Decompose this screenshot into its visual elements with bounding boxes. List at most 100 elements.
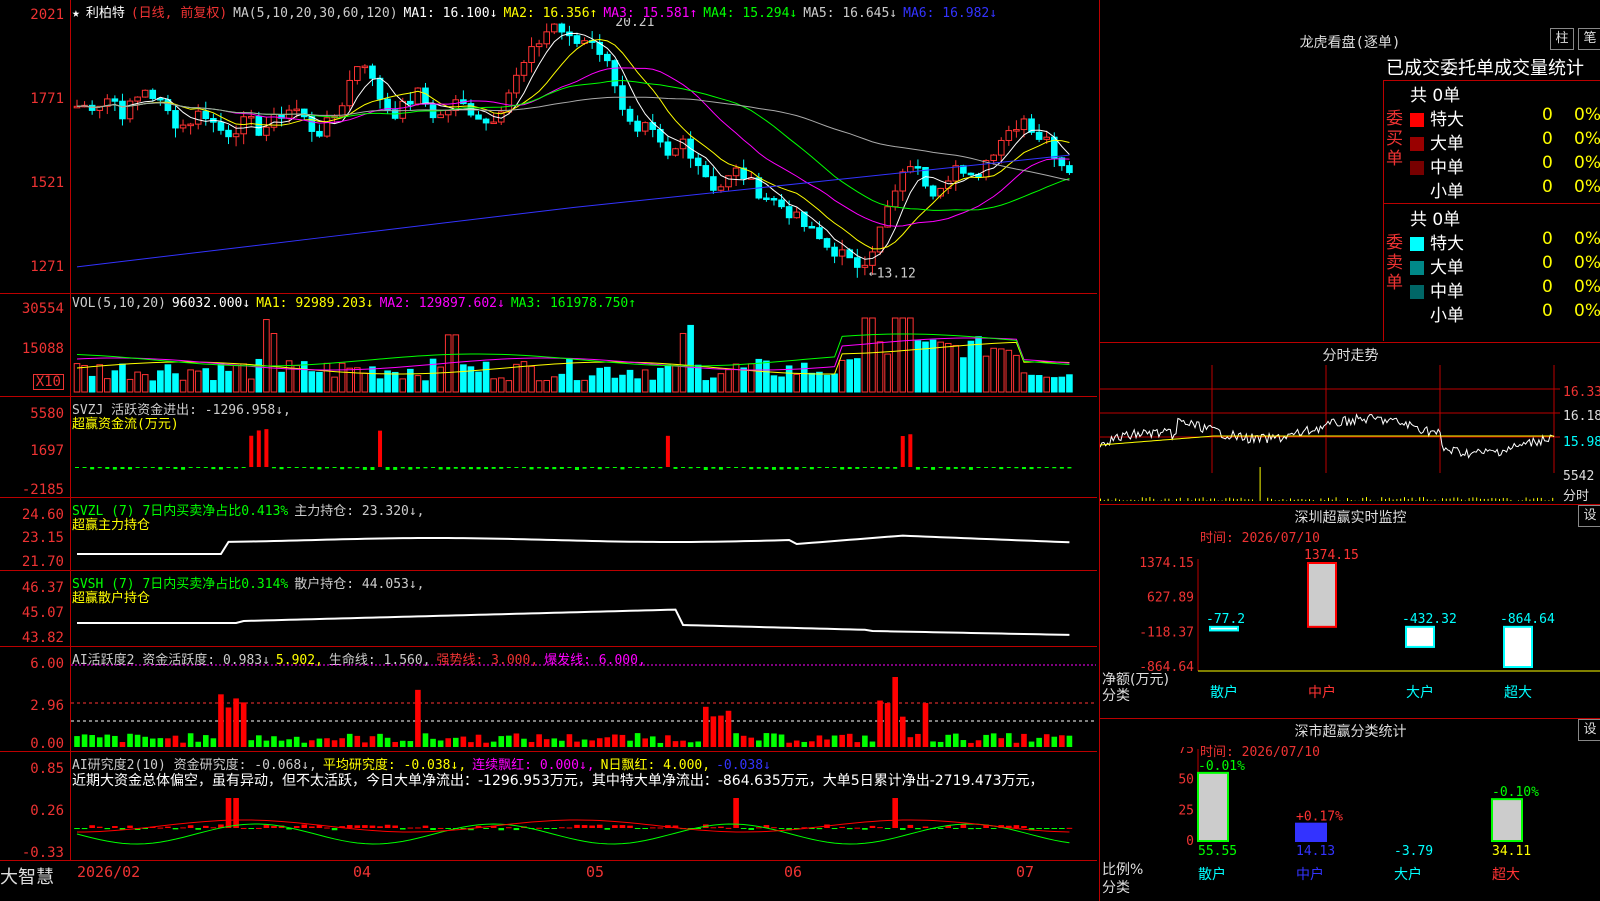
candle	[665, 142, 671, 155]
volume-bar	[1036, 376, 1042, 392]
ai-research-bar	[544, 828, 550, 829]
ai-research-bar	[89, 825, 95, 828]
ai-research-bar	[309, 826, 315, 828]
intra-vol-bar	[1484, 499, 1485, 501]
ai-activity-bar	[105, 735, 111, 747]
ai-activity-bar	[506, 736, 512, 747]
ai-activity-bar	[832, 736, 838, 747]
candle	[839, 250, 845, 256]
volume-bar	[317, 372, 323, 392]
intra-vol-bar	[1286, 500, 1287, 501]
intra-vol-bar	[1298, 499, 1299, 501]
ai1-tick-3: 0.00	[30, 737, 64, 751]
svzj-bar	[378, 431, 382, 467]
intra-vol-bar	[1260, 467, 1261, 501]
volume-bar	[514, 364, 520, 392]
ai-activity-bar	[1044, 734, 1050, 747]
ai-activity-bar	[256, 735, 262, 747]
sell-row-3: 小单	[1410, 301, 1464, 326]
intra-vol-bar	[1168, 499, 1169, 501]
ai-research-bar	[514, 828, 520, 830]
svzj-tick-3: -2185	[22, 483, 64, 497]
svzj-tick-2: 1697	[30, 444, 64, 458]
svzj-bar	[249, 436, 253, 467]
ai-research-bar	[112, 826, 118, 828]
tick-mode-button[interactable]: 笔	[1578, 28, 1600, 50]
svzj-bar	[310, 467, 314, 469]
volume-bar	[968, 341, 974, 392]
ai-activity-bar	[877, 701, 883, 747]
rt-category: 中户	[1308, 684, 1336, 701]
volume-bar	[423, 381, 429, 392]
ai-activity-bar	[855, 742, 861, 747]
ai-activity-bar	[536, 734, 542, 747]
volume-bar	[135, 372, 141, 392]
svzj-bar	[257, 430, 261, 467]
rt-bar-超大	[1504, 627, 1532, 667]
ai-research-bar	[423, 826, 429, 828]
ai-research-bar	[779, 828, 785, 829]
buy-swatch-2	[1410, 161, 1424, 175]
candle	[536, 44, 542, 47]
ai-activity-bar	[976, 740, 982, 747]
candle	[317, 131, 323, 136]
svzj-bar	[423, 467, 427, 468]
ai-research-panel: 0.85 0.26 -0.33 AI研究度2(10) 资金研究度: -0.068…	[0, 752, 1097, 861]
volume-bar	[120, 364, 126, 392]
cl-category: 中户	[1296, 866, 1324, 883]
price-panel[interactable]: 2021 1771 1521 1271 ★利柏特(日线, 前复权)MA(5,10…	[0, 0, 1097, 294]
candle	[347, 80, 353, 105]
ai-research-bar	[362, 825, 368, 828]
volume-bar	[256, 359, 262, 392]
x-tick-2: 04	[353, 863, 371, 881]
realtime-settings-button[interactable]: 设	[1578, 505, 1600, 527]
rt-bar-大户	[1406, 627, 1434, 647]
intraday-chart	[1100, 365, 1560, 503]
ai-activity-bar	[362, 742, 368, 747]
cl-change-label: +0.17%	[1296, 810, 1343, 825]
buy-value-3: 0	[1542, 177, 1553, 197]
classify-settings-button[interactable]: 设	[1578, 719, 1600, 741]
ai-research-bar	[642, 828, 648, 829]
candle	[355, 67, 361, 81]
volume-bar	[794, 374, 800, 392]
svzj-bar	[901, 436, 905, 467]
intra-vol-bar	[1393, 500, 1394, 501]
ai-research-bar	[589, 825, 595, 828]
ai-research-bar	[271, 826, 277, 828]
ai-activity-bar	[438, 741, 444, 747]
lhb-panel: 龙虎看盘(逐单) 柱 笔 已成交委托单成交量统计 委买单 共 0单 特大00%大…	[1099, 0, 1600, 342]
cl-change-label: -0.01%	[1198, 759, 1245, 774]
candle	[832, 247, 838, 256]
svzj-bar	[302, 467, 306, 468]
ai-research-bar	[324, 828, 330, 829]
intra-vol-bar	[1400, 499, 1401, 501]
candle	[605, 54, 611, 60]
intra-vol-bar	[1267, 498, 1268, 501]
intra-vol-bar	[1210, 499, 1211, 501]
sell-value-3: 0	[1542, 301, 1553, 321]
svzj-bar	[393, 467, 397, 470]
intra-vol-bar	[1370, 500, 1371, 501]
x-axis-bar: 大智慧 2026/02 04 05 06 07	[0, 861, 1097, 900]
ai-research-bar	[355, 825, 361, 828]
svzj-bar	[90, 467, 94, 469]
candle	[1036, 132, 1042, 139]
sell-row-1: 大单	[1410, 253, 1464, 278]
svzj-bar	[810, 467, 814, 469]
ai-research-bar	[370, 826, 376, 828]
volume-bar	[1021, 373, 1027, 392]
ai-activity-bar	[786, 743, 792, 747]
x-tick-4: 06	[784, 863, 802, 881]
volume-bar	[809, 373, 815, 392]
svzj-bar	[651, 467, 655, 468]
ai-research-bar	[195, 828, 201, 830]
ai-research-bar	[74, 828, 80, 829]
candle	[544, 32, 550, 44]
svzj-bar	[908, 434, 912, 467]
ai-research-bar	[582, 825, 588, 828]
intra-vol-bar	[1461, 499, 1462, 501]
ai-research-bar	[165, 827, 171, 828]
bar-mode-button[interactable]: 柱	[1550, 28, 1574, 50]
ai-research-bar	[908, 825, 914, 828]
